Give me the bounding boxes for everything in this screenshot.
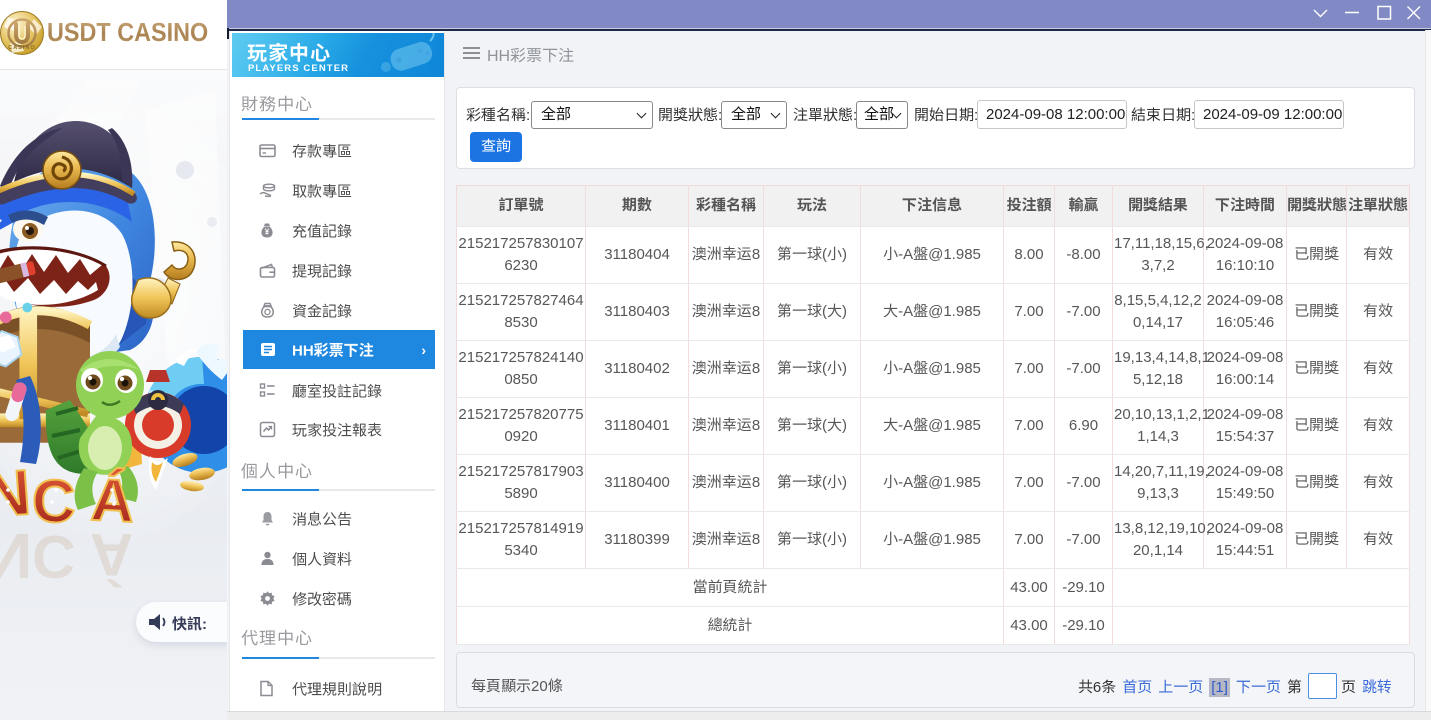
svg-text:Á: Á [90,521,133,588]
svg-text:CASINO: CASINO [8,45,35,51]
svg-text:C: C [32,523,75,590]
svg-text:N: N [0,520,32,592]
svg-text:N: N [0,456,33,531]
